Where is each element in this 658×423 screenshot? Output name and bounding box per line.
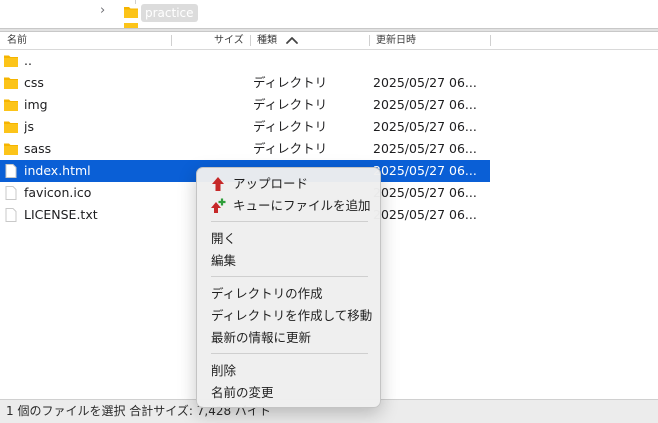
folder-icon (4, 143, 18, 155)
menu-separator (211, 221, 368, 222)
menu-separator (211, 353, 368, 354)
file-name: LICENSE.txt (24, 207, 98, 222)
menu-item-delete[interactable]: 削除 (202, 360, 377, 381)
tree-item-practice[interactable]: practice (141, 4, 198, 22)
file-name: css (24, 75, 44, 90)
file-type: ディレクトリ (253, 119, 328, 134)
file-modified: 2025/05/27 06... (373, 185, 477, 200)
menu-separator (211, 276, 368, 277)
column-divider[interactable] (369, 35, 370, 46)
file-row-js[interactable]: js ディレクトリ 2025/05/27 06... (0, 116, 490, 138)
folder-icon (4, 77, 18, 89)
folder-icon (4, 121, 18, 133)
file-icon (5, 208, 17, 222)
file-type: ディレクトリ (253, 141, 328, 156)
folder-icon (4, 55, 18, 67)
file-modified: 2025/05/27 06... (373, 97, 477, 112)
column-size[interactable]: サイズ (214, 32, 244, 49)
menu-item-label: キューにファイルを追加 (233, 198, 371, 213)
file-manager-window: › practice 名前 サイズ 種類 更新日時 .. css ディレクトリ … (0, 0, 658, 423)
file-modified: 2025/05/27 06... (373, 207, 477, 222)
folder-icon (124, 7, 138, 18)
column-type[interactable]: 種類 (257, 32, 277, 49)
menu-item-add-to-queue[interactable]: キューにファイルを追加 (202, 195, 377, 216)
column-name[interactable]: 名前 (7, 32, 27, 49)
menu-item-refresh[interactable]: 最新の情報に更新 (202, 327, 377, 348)
file-row-parent[interactable]: .. (0, 50, 490, 72)
upload-arrow-icon (212, 177, 224, 191)
menu-item-edit[interactable]: 編集 (202, 250, 377, 271)
sort-ascending-icon (286, 37, 298, 44)
file-name: sass (24, 141, 52, 156)
file-list-header: 名前 サイズ 種類 更新日時 (0, 32, 658, 50)
file-row-sass[interactable]: sass ディレクトリ 2025/05/27 06... (0, 138, 490, 160)
file-name: img (24, 97, 48, 112)
file-row-img[interactable]: img ディレクトリ 2025/05/27 06... (0, 94, 490, 116)
file-icon (5, 186, 17, 200)
menu-item-create-directory[interactable]: ディレクトリの作成 (202, 283, 377, 304)
column-divider[interactable] (490, 35, 491, 46)
menu-item-create-directory-and-enter[interactable]: ディレクトリを作成して移動 (202, 305, 377, 326)
file-modified: 2025/05/27 06... (373, 163, 477, 178)
file-icon (5, 164, 17, 178)
column-divider[interactable] (171, 35, 172, 46)
menu-item-upload[interactable]: アップロード (202, 173, 377, 194)
menu-item-label: アップロード (233, 176, 309, 191)
context-menu: アップロード キューにファイルを追加 開く 編集 ディレクトリの作成 ディレクト… (196, 167, 381, 408)
directory-tree[interactable]: › practice (0, 0, 658, 30)
folder-icon (4, 99, 18, 111)
menu-item-rename[interactable]: 名前の変更 (202, 382, 377, 403)
file-name: js (24, 119, 34, 134)
tree-guide-line (135, 0, 136, 4)
file-row-css[interactable]: css ディレクトリ 2025/05/27 06... (0, 72, 490, 94)
file-type: ディレクトリ (253, 97, 328, 112)
add-to-queue-icon (211, 198, 226, 213)
menu-item-open[interactable]: 開く (202, 228, 377, 249)
file-type: ディレクトリ (253, 75, 328, 90)
file-name: favicon.ico (24, 185, 92, 200)
file-name: .. (24, 53, 32, 68)
file-modified: 2025/05/27 06... (373, 119, 477, 134)
file-modified: 2025/05/27 06... (373, 141, 477, 156)
chevron-right-icon[interactable]: › (100, 4, 112, 18)
column-divider[interactable] (250, 35, 251, 46)
file-modified: 2025/05/27 06... (373, 75, 477, 90)
column-modified[interactable]: 更新日時 (376, 32, 416, 49)
file-name: index.html (24, 163, 91, 178)
